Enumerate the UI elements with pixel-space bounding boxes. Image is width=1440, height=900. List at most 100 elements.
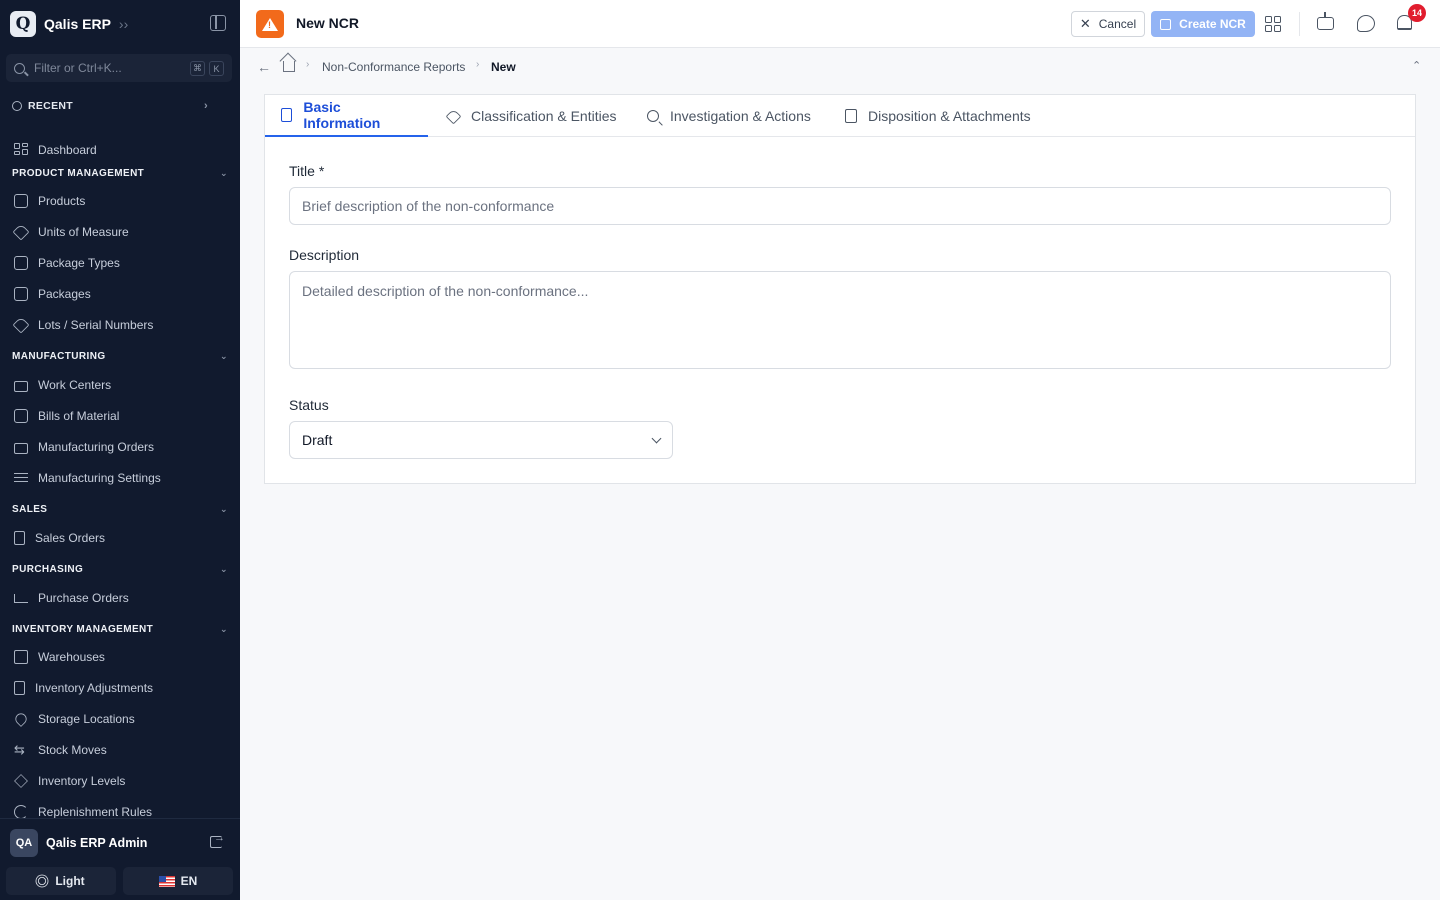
tab-basic-information[interactable]: Basic Information	[265, 95, 428, 137]
section-sales[interactable]: SALES ⌄	[12, 504, 228, 515]
tab-classification-entities[interactable]: Classification & Entities	[431, 95, 631, 137]
top-bar: New NCR ✕ Cancel Create NCR 14	[240, 0, 1440, 48]
sun-icon	[38, 877, 47, 885]
description-textarea[interactable]	[289, 271, 1391, 369]
warehouse-icon	[14, 650, 28, 664]
breadcrumb-ncr-list[interactable]: Non-Conformance Reports	[322, 60, 465, 74]
brand[interactable]: Q Qalis ERP ››	[10, 10, 230, 38]
sidebar-item-label: Package Types	[38, 256, 120, 270]
apps-grid-icon[interactable]	[1265, 16, 1281, 32]
description-label: Description	[289, 247, 360, 263]
us-flag-icon	[158, 875, 175, 887]
chevron-down-icon: ⌄	[220, 624, 228, 634]
app-name: Qalis ERP	[44, 16, 111, 32]
section-purchasing[interactable]: PURCHASING ⌄	[12, 564, 228, 575]
breadcrumb-current: New	[491, 60, 516, 74]
language-label: EN	[180, 874, 198, 888]
recent-toggle[interactable]: RECENT ›	[12, 100, 208, 112]
sidebar-item-label: Products	[38, 194, 86, 208]
tab-disposition-attachments[interactable]: Disposition & Attachments	[829, 95, 1045, 137]
sidebar-item-manufacturing-orders[interactable]: Manufacturing Orders	[14, 437, 154, 457]
logout-icon[interactable]	[210, 832, 225, 848]
chevron-right-icon: ›	[476, 59, 480, 70]
ruler-icon	[12, 223, 30, 241]
title-input[interactable]	[289, 187, 1391, 225]
home-icon[interactable]	[283, 61, 295, 72]
sidebar-item-label: Dashboard	[38, 143, 97, 157]
sidebar-toggle-icon[interactable]	[210, 15, 226, 31]
sidebar-item-label: Work Centers	[38, 378, 112, 392]
search-icon	[647, 110, 659, 122]
user-profile[interactable]: QA Qalis ERP Admin	[10, 829, 147, 857]
sidebar-item-products[interactable]: Products	[14, 191, 85, 211]
language-button[interactable]: EN	[123, 867, 233, 895]
ai-assistant-icon[interactable]	[1317, 12, 1334, 30]
tab-label: Basic Information	[303, 99, 381, 131]
form-tabs: Basic Information Classification & Entit…	[265, 95, 1415, 137]
tab-investigation-actions[interactable]: Investigation & Actions	[631, 95, 825, 137]
tab-label: Investigation & Actions	[670, 108, 811, 124]
app-logo: Q	[10, 11, 36, 37]
notification-badge: 14	[1408, 4, 1426, 22]
sidebar-item-package-types[interactable]: Package Types	[14, 253, 120, 273]
theme-toggle-button[interactable]: Light	[6, 867, 116, 895]
ncr-form-card: Basic Information Classification & Entit…	[264, 94, 1416, 484]
sidebar-item-label: Manufacturing Settings	[38, 471, 161, 485]
sidebar-item-packages[interactable]: Packages	[14, 284, 91, 304]
sliders-icon	[14, 471, 28, 485]
sidebar-item-storage-locations[interactable]: Storage Locations	[13, 709, 135, 729]
theme-label: Light	[55, 874, 85, 888]
command-key-hint: ⌘	[190, 61, 205, 76]
cancel-button[interactable]: ✕ Cancel	[1071, 11, 1145, 37]
tag-icon	[445, 108, 462, 124]
header-divider	[1299, 12, 1300, 36]
sidebar-item-inventory-adjustments[interactable]: Inventory Adjustments	[14, 678, 153, 698]
create-ncr-button[interactable]: Create NCR	[1151, 11, 1255, 37]
k-key-hint: K	[209, 61, 224, 76]
chevron-right-icon: ››	[118, 16, 129, 32]
sidebar-item-label: Storage Locations	[38, 712, 135, 726]
sidebar-item-units-of-measure[interactable]: Units of Measure	[12, 222, 129, 242]
section-label: SALES	[12, 504, 48, 515]
factory-icon	[14, 380, 28, 392]
sidebar-item-dashboard[interactable]: Dashboard	[14, 140, 97, 160]
sidebar-item-inventory-levels[interactable]: Inventory Levels	[14, 771, 125, 791]
section-product-management[interactable]: PRODUCT MANAGEMENT ⌄	[12, 168, 228, 179]
sidebar-item-label: Warehouses	[38, 650, 105, 664]
section-manufacturing[interactable]: MANUFACTURING ⌄	[12, 351, 228, 362]
title-label: Title *	[289, 163, 325, 179]
document-icon	[281, 108, 293, 122]
box-icon	[14, 194, 28, 208]
sidebar-item-lots-serial-numbers[interactable]: Lots / Serial Numbers	[12, 315, 154, 335]
sidebar-item-manufacturing-settings[interactable]: Manufacturing Settings	[14, 468, 161, 488]
clock-icon	[12, 101, 22, 111]
sidebar: Q Qalis ERP ›› Filter or Ctrl+K... ⌘ K R…	[0, 0, 240, 900]
layers-icon	[14, 774, 28, 788]
sidebar-footer: QA Qalis ERP Admin Light EN	[0, 818, 240, 900]
dashboard-icon	[14, 143, 28, 157]
sidebar-item-label: Units of Measure	[38, 225, 129, 239]
recent-label: RECENT	[28, 100, 73, 112]
sidebar-item-label: Sales Orders	[35, 531, 106, 545]
sidebar-item-label: Manufacturing Orders	[38, 440, 155, 454]
sidebar-item-bills-of-material[interactable]: Bills of Material	[14, 406, 119, 426]
section-inventory-management[interactable]: INVENTORY MANAGEMENT ⌄	[12, 624, 228, 635]
sidebar-item-sales-orders[interactable]: Sales Orders	[14, 528, 105, 548]
create-label: Create NCR	[1179, 17, 1246, 31]
tab-label: Disposition & Attachments	[868, 108, 1031, 124]
chat-icon[interactable]	[1357, 15, 1375, 32]
sidebar-filter-input[interactable]: Filter or Ctrl+K... ⌘ K	[6, 54, 232, 82]
sidebar-item-purchase-orders[interactable]: Purchase Orders	[14, 588, 129, 608]
document-icon	[14, 531, 25, 545]
chevron-down-icon: ⌄	[220, 504, 228, 514]
sidebar-item-work-centers[interactable]: Work Centers	[14, 375, 111, 395]
status-select[interactable]: Draft	[289, 421, 673, 459]
sidebar-item-label: Lots / Serial Numbers	[38, 318, 154, 332]
close-icon: ✕	[1079, 16, 1091, 31]
sidebar-item-stock-moves[interactable]: ⇆ Stock Moves	[14, 740, 107, 760]
sidebar-item-warehouses[interactable]: Warehouses	[14, 647, 105, 667]
sidebar-item-label: Replenishment Rules	[38, 805, 153, 819]
chevron-up-icon[interactable]: ⌃	[1412, 59, 1421, 72]
back-arrow-icon[interactable]: ←	[257, 59, 271, 75]
map-pin-icon	[13, 711, 29, 727]
